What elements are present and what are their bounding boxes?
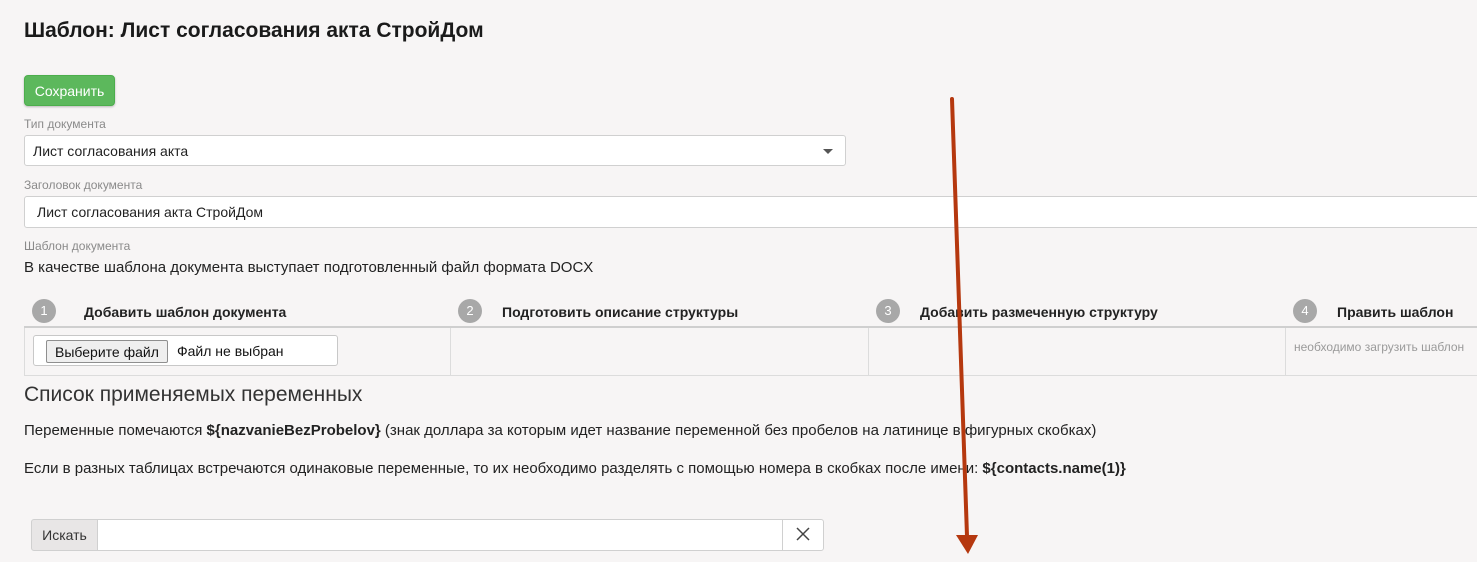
close-icon: [796, 526, 810, 541]
step-label: Подготовить описание структуры: [502, 304, 739, 320]
search-group: Искать: [31, 519, 824, 551]
arrow-down-icon: [950, 97, 978, 554]
variables-paragraph-1: Переменные помечаются ${nazvanieBezProbe…: [24, 422, 1096, 439]
step-1: 1 Добавить шаблон документа: [24, 296, 450, 326]
save-button[interactable]: Сохранить: [24, 75, 115, 106]
step-label: Править шаблон: [1337, 304, 1454, 320]
p2-prefix: Если в разных таблицах встречаются одина…: [24, 460, 983, 477]
search-label: Искать: [31, 519, 98, 551]
step-4-cell: необходимо загрузить шаблон: [1286, 328, 1477, 375]
file-picker[interactable]: Выберите файл Файл не выбран: [33, 335, 338, 366]
step-4-hint: необходимо загрузить шаблон: [1294, 340, 1465, 354]
variables-paragraph-2: Если в разных таблицах встречаются одина…: [24, 460, 1126, 477]
doc-type-value: Лист согласования акта: [33, 143, 189, 159]
step-1-cell: Выберите файл Файл не выбран: [24, 328, 451, 375]
step-label: Добавить размеченную структуру: [920, 304, 1158, 320]
doc-type-label: Тип документа: [24, 117, 106, 131]
file-status: Файл не выбран: [177, 343, 284, 359]
step-number: 3: [876, 299, 900, 323]
template-description: В качестве шаблона документа выступает п…: [24, 259, 594, 276]
step-3: 3 Добавить размеченную структуру: [868, 296, 1285, 326]
variables-heading: Список применяемых переменных: [24, 383, 363, 406]
step-label: Добавить шаблон документа: [84, 304, 287, 320]
doc-type-select[interactable]: Лист согласования акта: [24, 135, 846, 166]
template-label: Шаблон документа: [24, 239, 131, 253]
doc-title-input[interactable]: [24, 196, 1477, 228]
choose-file-button[interactable]: Выберите файл: [46, 340, 168, 363]
step-2: 2 Подготовить описание структуры: [450, 296, 868, 326]
step-number: 4: [1293, 299, 1317, 323]
p1-prefix: Переменные помечаются: [24, 422, 207, 439]
page-title: Шаблон: Лист согласования акта СтройДом: [24, 19, 484, 42]
step-number: 2: [458, 299, 482, 323]
clear-search-button[interactable]: [782, 519, 824, 551]
doc-title-label: Заголовок документа: [24, 178, 143, 192]
step-4: 4 Править шаблон: [1285, 296, 1477, 326]
p1-suffix: (знак доллара за которым идет название п…: [380, 422, 1097, 439]
step-2-cell: [451, 328, 869, 375]
step-3-cell: [869, 328, 1286, 375]
steps-bottom-border: [24, 375, 1477, 376]
chevron-down-icon: [823, 149, 833, 154]
template-steps: 1 Добавить шаблон документа 2 Подготовит…: [24, 296, 1477, 376]
step-number: 1: [32, 299, 56, 323]
variable-example: ${nazvanieBezProbelov}: [206, 422, 381, 439]
variable-index-example: ${contacts.name(1)}: [982, 460, 1126, 477]
search-input[interactable]: [97, 519, 783, 551]
